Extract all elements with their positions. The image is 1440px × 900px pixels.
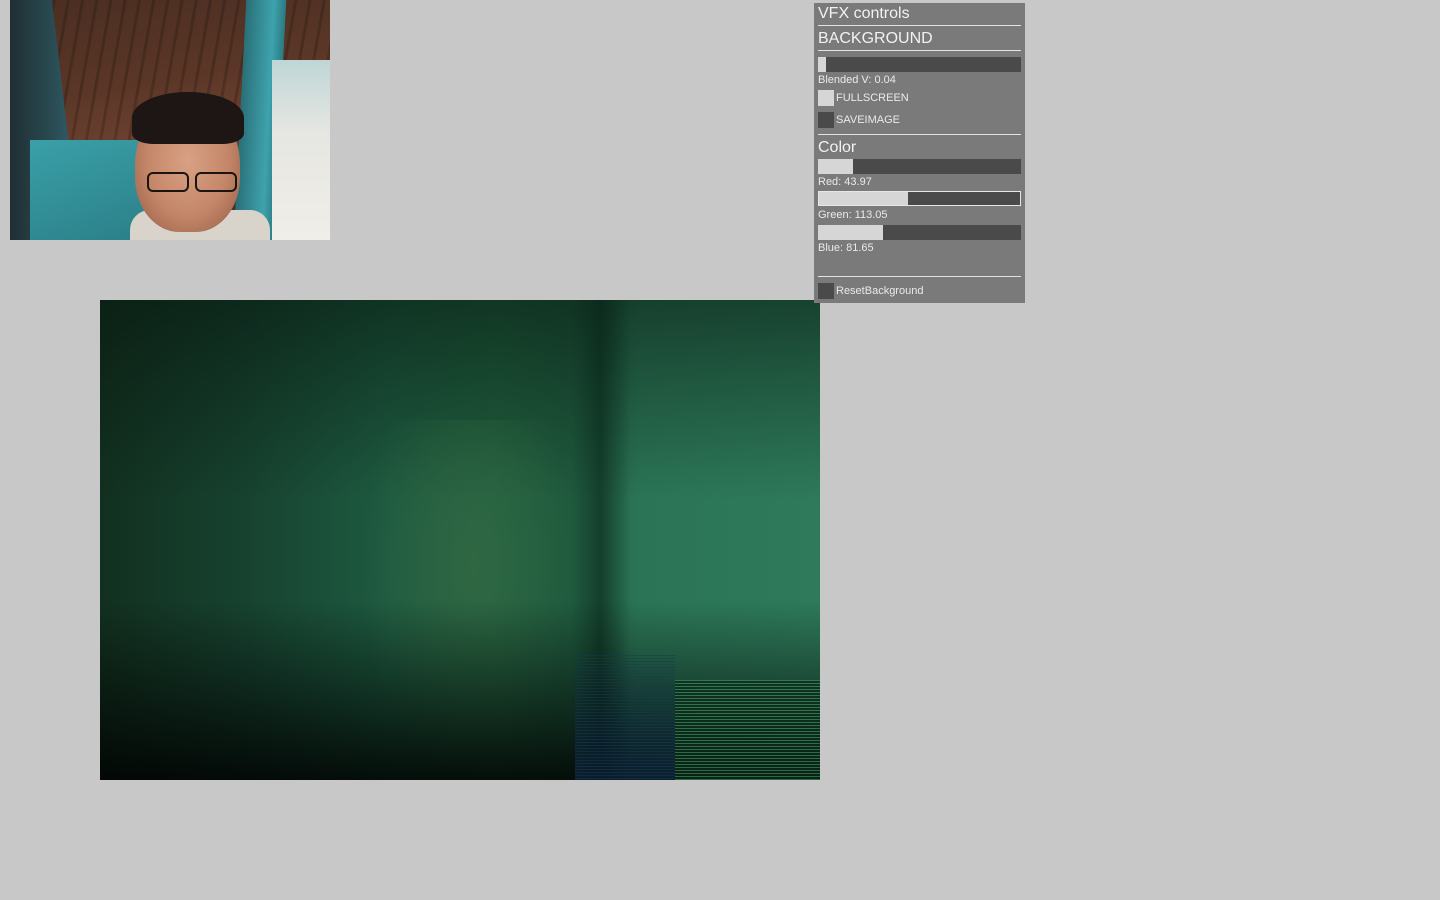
blended-slider[interactable] [818, 57, 1021, 72]
red-slider-fill [818, 159, 853, 174]
green-slider-label: Green: 113.05 [818, 209, 888, 221]
fullscreen-label: FULLSCREEN [836, 92, 909, 104]
blue-slider[interactable] [818, 225, 1021, 240]
red-slider[interactable] [818, 159, 1021, 174]
red-slider-label: Red: 43.97 [818, 176, 872, 188]
vfx-controls-panel: VFX controls BACKGROUND Blended V: 0.04 … [814, 3, 1025, 303]
color-section-title[interactable]: Color [818, 138, 856, 158]
blue-slider-fill [818, 225, 883, 240]
webcam-person-hair [132, 92, 244, 144]
panel-title[interactable]: VFX controls [818, 4, 910, 24]
webcam-window [272, 60, 330, 240]
vfx-output-view [100, 300, 820, 780]
green-slider[interactable] [818, 191, 1021, 206]
reset-background-toggle[interactable]: ResetBackground [818, 283, 923, 299]
blended-slider-fill [818, 57, 827, 72]
fullscreen-checkbox[interactable] [818, 90, 834, 106]
green-slider-fill [819, 192, 909, 205]
saveimage-toggle[interactable]: SAVEIMAGE [818, 112, 900, 128]
output-scanline-artifact [575, 655, 675, 780]
webcam-preview [10, 0, 330, 240]
saveimage-checkbox[interactable] [818, 112, 834, 128]
output-scanline-artifact [675, 680, 820, 780]
divider [818, 50, 1021, 51]
app-window: VFX controls BACKGROUND Blended V: 0.04 … [0, 0, 1440, 900]
divider [818, 276, 1021, 277]
reset-background-label: ResetBackground [836, 285, 924, 297]
divider [818, 134, 1021, 135]
background-section-title[interactable]: BACKGROUND [818, 29, 933, 49]
saveimage-label: SAVEIMAGE [836, 114, 900, 126]
webcam-person-glasses [143, 172, 239, 192]
divider [818, 25, 1021, 26]
fullscreen-toggle[interactable]: FULLSCREEN [818, 90, 909, 106]
blue-slider-label: Blue: 81.65 [818, 242, 874, 254]
reset-background-checkbox[interactable] [818, 283, 834, 299]
blended-slider-label: Blended V: 0.04 [818, 74, 896, 86]
